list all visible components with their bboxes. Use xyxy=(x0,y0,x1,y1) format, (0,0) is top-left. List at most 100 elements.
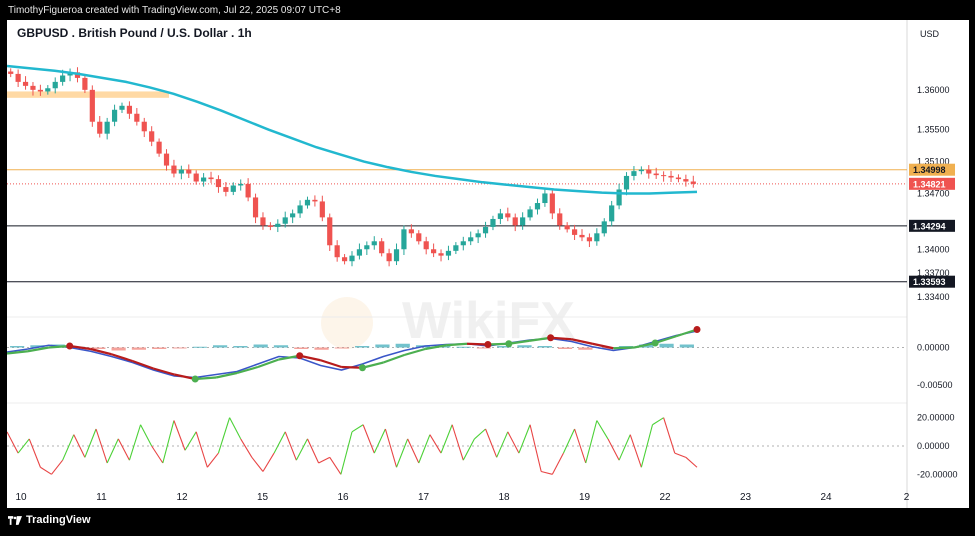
candle-body xyxy=(579,234,585,238)
candle-body xyxy=(379,241,385,254)
candle-body xyxy=(230,185,236,192)
osc-tick-label: 20.00000 xyxy=(917,413,955,423)
candle-body xyxy=(201,177,207,182)
osc-segment xyxy=(273,431,286,454)
candle-body xyxy=(460,241,466,246)
macd-histogram-bar xyxy=(192,346,207,348)
macd-histogram-bar xyxy=(375,344,390,348)
candle-body xyxy=(30,85,36,90)
osc-segment xyxy=(117,438,130,461)
wikifx-logo-icon xyxy=(321,297,373,349)
candle-body xyxy=(223,187,229,192)
osc-segment xyxy=(295,438,308,461)
osc-segment xyxy=(440,424,453,454)
candle-body xyxy=(520,217,526,226)
macd-histogram-bar xyxy=(212,345,228,348)
osc-segment xyxy=(373,428,386,454)
candle-body xyxy=(586,237,593,242)
macd-slow-segment xyxy=(132,359,154,370)
osc-segment xyxy=(318,456,330,464)
candle-body xyxy=(304,199,311,206)
candle-body xyxy=(646,169,652,174)
candle-body xyxy=(653,173,659,176)
time-tick-label: 18 xyxy=(498,492,510,503)
osc-segment xyxy=(28,438,41,468)
candle-body xyxy=(245,183,251,198)
macd-histogram-bar xyxy=(111,347,126,351)
candle-body xyxy=(149,131,155,142)
candle-body xyxy=(297,205,303,214)
macd-histogram-bar xyxy=(131,347,147,350)
osc-segment xyxy=(585,420,598,464)
candle-body xyxy=(312,199,318,202)
osc-segment xyxy=(351,424,364,433)
osc-segment xyxy=(362,424,375,454)
osc-segment xyxy=(429,434,442,454)
candle-body xyxy=(60,75,66,82)
candle-body xyxy=(616,189,622,206)
macd-histogram-bar xyxy=(456,346,471,348)
currency-label: USD xyxy=(920,29,940,39)
chart-svg[interactable]: WikiFX GBPUSD . British Pound / U.S. Dol… xyxy=(6,20,969,508)
candle-body xyxy=(609,205,615,222)
candle-body xyxy=(445,250,452,256)
candle-body xyxy=(215,179,222,188)
candle-body xyxy=(683,179,689,182)
wikifx-watermark: WikiFX xyxy=(321,292,575,350)
candle-body xyxy=(82,77,88,90)
macd-histogram-bar xyxy=(659,343,674,348)
time-axis: 10 11 12 15 16 17 18 19 22 23 24 2 xyxy=(15,492,909,503)
time-tick-label: 19 xyxy=(579,492,591,503)
macd-histogram-bar xyxy=(314,347,329,350)
osc-segment xyxy=(596,420,609,440)
time-tick-label: 15 xyxy=(257,492,269,503)
candle-body xyxy=(564,225,570,230)
candle-body xyxy=(386,253,392,262)
time-tick-label: 11 xyxy=(96,492,107,503)
price-tick-label: 1.33400 xyxy=(917,292,950,302)
candle-body xyxy=(111,109,118,122)
osc-tick-label: 0.00000 xyxy=(917,441,950,451)
osc-segment xyxy=(551,452,564,475)
osc-segment xyxy=(618,434,631,461)
oscillator-panel[interactable]: 20.00000 0.00000 -20.00000 xyxy=(6,413,958,480)
time-tick-label: 23 xyxy=(740,492,752,503)
osc-segment xyxy=(507,431,520,454)
candle-body xyxy=(171,165,177,174)
macd-histogram-bar xyxy=(10,346,25,348)
time-tick-label: 10 xyxy=(15,492,27,503)
macd-tick-label: 0.00000 xyxy=(917,343,950,353)
osc-segment xyxy=(40,466,52,475)
osc-segment xyxy=(240,438,253,458)
osc-segment xyxy=(629,434,642,468)
macd-histogram-bar xyxy=(557,347,573,349)
osc-segment xyxy=(562,428,576,454)
attribution-text: TimothyFigueroa created with TradingView… xyxy=(8,5,341,16)
candle-body xyxy=(37,89,43,92)
osc-segment xyxy=(184,431,197,451)
time-tick-label: 12 xyxy=(176,492,188,503)
macd-histogram-bar xyxy=(395,343,410,348)
level-tag-label: 1.34294 xyxy=(913,221,946,231)
candle-body xyxy=(468,237,474,242)
macd-tick-label: -0.00500 xyxy=(917,380,953,390)
macd-histogram-bar xyxy=(517,345,532,348)
candle-body xyxy=(267,225,273,227)
candle-body xyxy=(163,153,170,166)
candle-body xyxy=(497,213,503,219)
osc-segment xyxy=(663,417,676,454)
candle-body xyxy=(52,81,58,89)
candle-body xyxy=(438,253,444,256)
osc-segment xyxy=(529,424,542,472)
chart-area[interactable]: WikiFX GBPUSD . British Pound / U.S. Dol… xyxy=(6,20,969,508)
candle-body xyxy=(601,221,607,234)
candle-body xyxy=(260,217,266,226)
price-tick-label: 1.34700 xyxy=(917,188,950,198)
macd-histogram-bar xyxy=(152,347,167,349)
osc-segment xyxy=(652,417,664,426)
candle-body xyxy=(416,233,422,242)
osc-segment xyxy=(306,438,320,464)
price-panel[interactable]: 1.360001.355001.351001.347001.340001.337… xyxy=(6,64,955,302)
price-tick-label: 1.34000 xyxy=(917,244,950,254)
osc-tick-label: -20.00000 xyxy=(917,469,958,479)
